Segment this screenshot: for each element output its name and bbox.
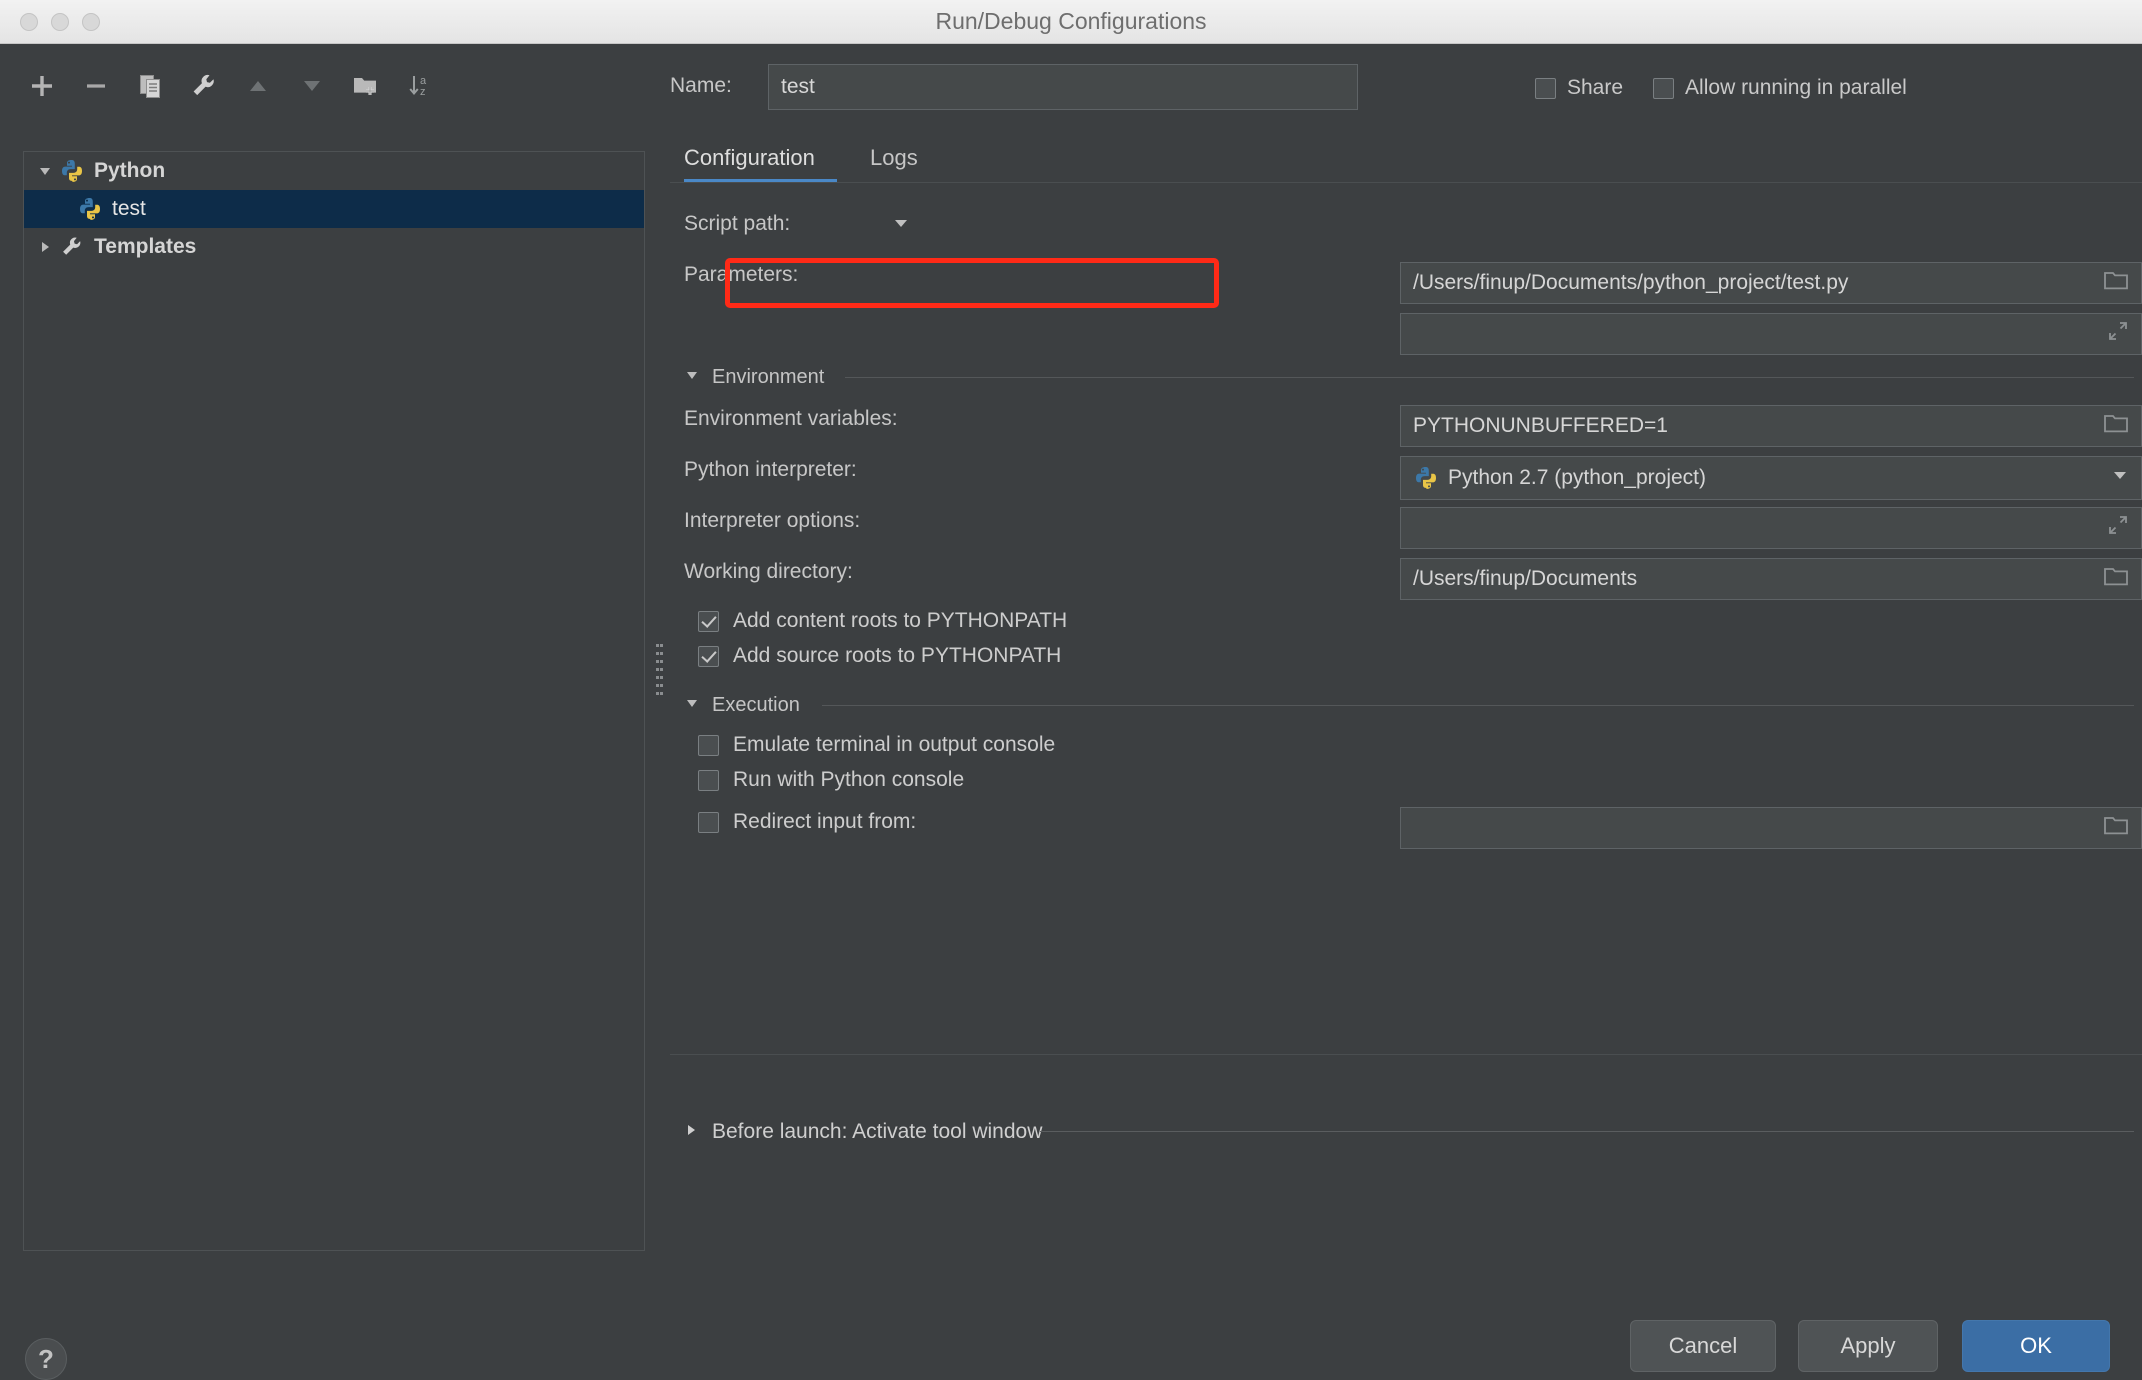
folder-icon[interactable]: [2103, 412, 2129, 440]
parameters-label: Parameters:: [684, 263, 799, 286]
sort-alphabetical-icon[interactable]: a z: [400, 66, 440, 106]
configurations-panel: a z Python test Templates: [0, 44, 650, 1352]
working-directory-field[interactable]: /Users/finup/Documents: [1400, 558, 2142, 600]
python-interpreter-label: Python interpreter:: [684, 458, 857, 481]
environment-section-header[interactable]: Environment: [684, 366, 824, 389]
expand-arrows-icon[interactable]: [2107, 514, 2129, 542]
add-source-roots-checkbox[interactable]: Add source roots to PYTHONPATH: [698, 644, 1061, 668]
python-icon: [1413, 465, 1439, 491]
chevron-down-icon[interactable]: [684, 694, 700, 717]
script-path-label: Script path:: [684, 212, 791, 235]
environment-variables-field[interactable]: PYTHONUNBUFFERED=1: [1400, 405, 2142, 447]
configuration-editor-panel: Name: Share Allow running in parallel Co…: [670, 44, 2142, 1352]
checkbox-box[interactable]: [698, 610, 719, 632]
panel-bottom-divider: [670, 1054, 2142, 1055]
working-directory-label: Working directory:: [684, 560, 853, 583]
checkbox-box[interactable]: [698, 811, 719, 833]
remove-button[interactable]: [76, 66, 116, 106]
run-with-python-console-checkbox[interactable]: Run with Python console: [698, 768, 964, 792]
add-content-roots-label: Add content roots to PYTHONPATH: [733, 609, 1068, 632]
chevron-right-icon[interactable]: [684, 1120, 698, 1144]
panel-splitter[interactable]: [650, 44, 670, 1352]
apply-button[interactable]: Apply: [1798, 1320, 1938, 1372]
working-directory-value: /Users/finup/Documents: [1413, 567, 1638, 590]
chevron-down-icon[interactable]: [684, 366, 700, 389]
emulate-terminal-checkbox[interactable]: Emulate terminal in output console: [698, 733, 1055, 757]
wrench-icon: [58, 233, 86, 261]
interpreter-options-field[interactable]: [1400, 507, 2142, 549]
tree-item-label: Templates: [94, 235, 197, 258]
run-with-python-console-label: Run with Python console: [733, 768, 965, 791]
tree-item-test[interactable]: test: [24, 190, 644, 228]
chevron-down-icon[interactable]: [32, 163, 58, 179]
folder-icon[interactable]: [2103, 269, 2129, 297]
interpreter-options-label: Interpreter options:: [684, 509, 861, 532]
move-down-button[interactable]: [292, 66, 332, 106]
python-icon: [76, 195, 104, 223]
add-content-roots-checkbox[interactable]: Add content roots to PYTHONPATH: [698, 609, 1067, 633]
checkbox-box[interactable]: [698, 645, 719, 667]
before-launch-label: Before launch: Activate tool window: [712, 1120, 1043, 1143]
new-folder-button[interactable]: [346, 66, 386, 106]
script-path-dropdown-toggle[interactable]: [892, 214, 910, 237]
script-path-field[interactable]: /Users/finup/Documents/python_project/te…: [1400, 262, 2142, 304]
tree-item-python[interactable]: Python: [24, 152, 644, 190]
checkbox-box[interactable]: [698, 734, 719, 756]
tree-item-label: test: [112, 197, 146, 220]
python-icon: [58, 157, 86, 185]
section-divider: [822, 705, 2134, 706]
help-button[interactable]: ?: [25, 1338, 67, 1380]
script-path-value: /Users/finup/Documents/python_project/te…: [1413, 271, 1849, 294]
redirect-input-label: Redirect input from:: [733, 810, 917, 833]
chevron-down-icon[interactable]: [2111, 466, 2129, 490]
copy-button[interactable]: [130, 66, 170, 106]
expand-arrows-icon[interactable]: [2107, 320, 2129, 348]
run-debug-configurations-dialog: a z Python test Templates Name: test Sha…: [0, 44, 2142, 1380]
section-divider: [845, 377, 2134, 378]
parameters-field[interactable]: [1400, 313, 2142, 355]
chevron-right-icon[interactable]: [32, 239, 58, 255]
execution-section-label: Execution: [712, 694, 800, 716]
tree-item-templates[interactable]: Templates: [24, 228, 644, 266]
move-up-button[interactable]: [238, 66, 278, 106]
emulate-terminal-label: Emulate terminal in output console: [733, 733, 1056, 756]
tree-toolbar: a z: [22, 64, 440, 108]
ok-button[interactable]: OK: [1962, 1320, 2110, 1372]
wrench-icon[interactable]: [184, 66, 224, 106]
svg-text:z: z: [420, 86, 426, 98]
folder-icon[interactable]: [2103, 814, 2129, 842]
configuration-form: Script path: /Users/finup/Documents/pyth…: [670, 44, 2142, 1352]
splitter-grip[interactable]: [656, 644, 663, 704]
window-title: Run/Debug Configurations: [935, 8, 1207, 34]
before-launch-header[interactable]: Before launch: Activate tool window: [684, 1120, 1042, 1144]
window-title-bar: Run/Debug Configurations: [0, 0, 2142, 44]
python-interpreter-combo[interactable]: Python 2.7 (python_project): [1400, 456, 2142, 500]
python-interpreter-value: Python 2.7 (python_project): [1448, 466, 1706, 489]
execution-section-header[interactable]: Execution: [684, 694, 800, 717]
tree-item-label: Python: [94, 159, 166, 182]
folder-icon[interactable]: [2103, 565, 2129, 593]
add-source-roots-label: Add source roots to PYTHONPATH: [733, 644, 1062, 667]
redirect-input-field[interactable]: [1400, 807, 2142, 849]
before-launch-divider: [1040, 1131, 2134, 1132]
redirect-input-checkbox[interactable]: Redirect input from:: [698, 810, 916, 834]
environment-variables-value: PYTHONUNBUFFERED=1: [1413, 414, 1668, 437]
checkbox-box[interactable]: [698, 769, 719, 791]
add-button[interactable]: [22, 66, 62, 106]
environment-section-label: Environment: [712, 366, 825, 388]
configurations-tree[interactable]: Python test Templates: [23, 151, 645, 1251]
environment-variables-label: Environment variables:: [684, 407, 898, 430]
cancel-button[interactable]: Cancel: [1630, 1320, 1776, 1372]
